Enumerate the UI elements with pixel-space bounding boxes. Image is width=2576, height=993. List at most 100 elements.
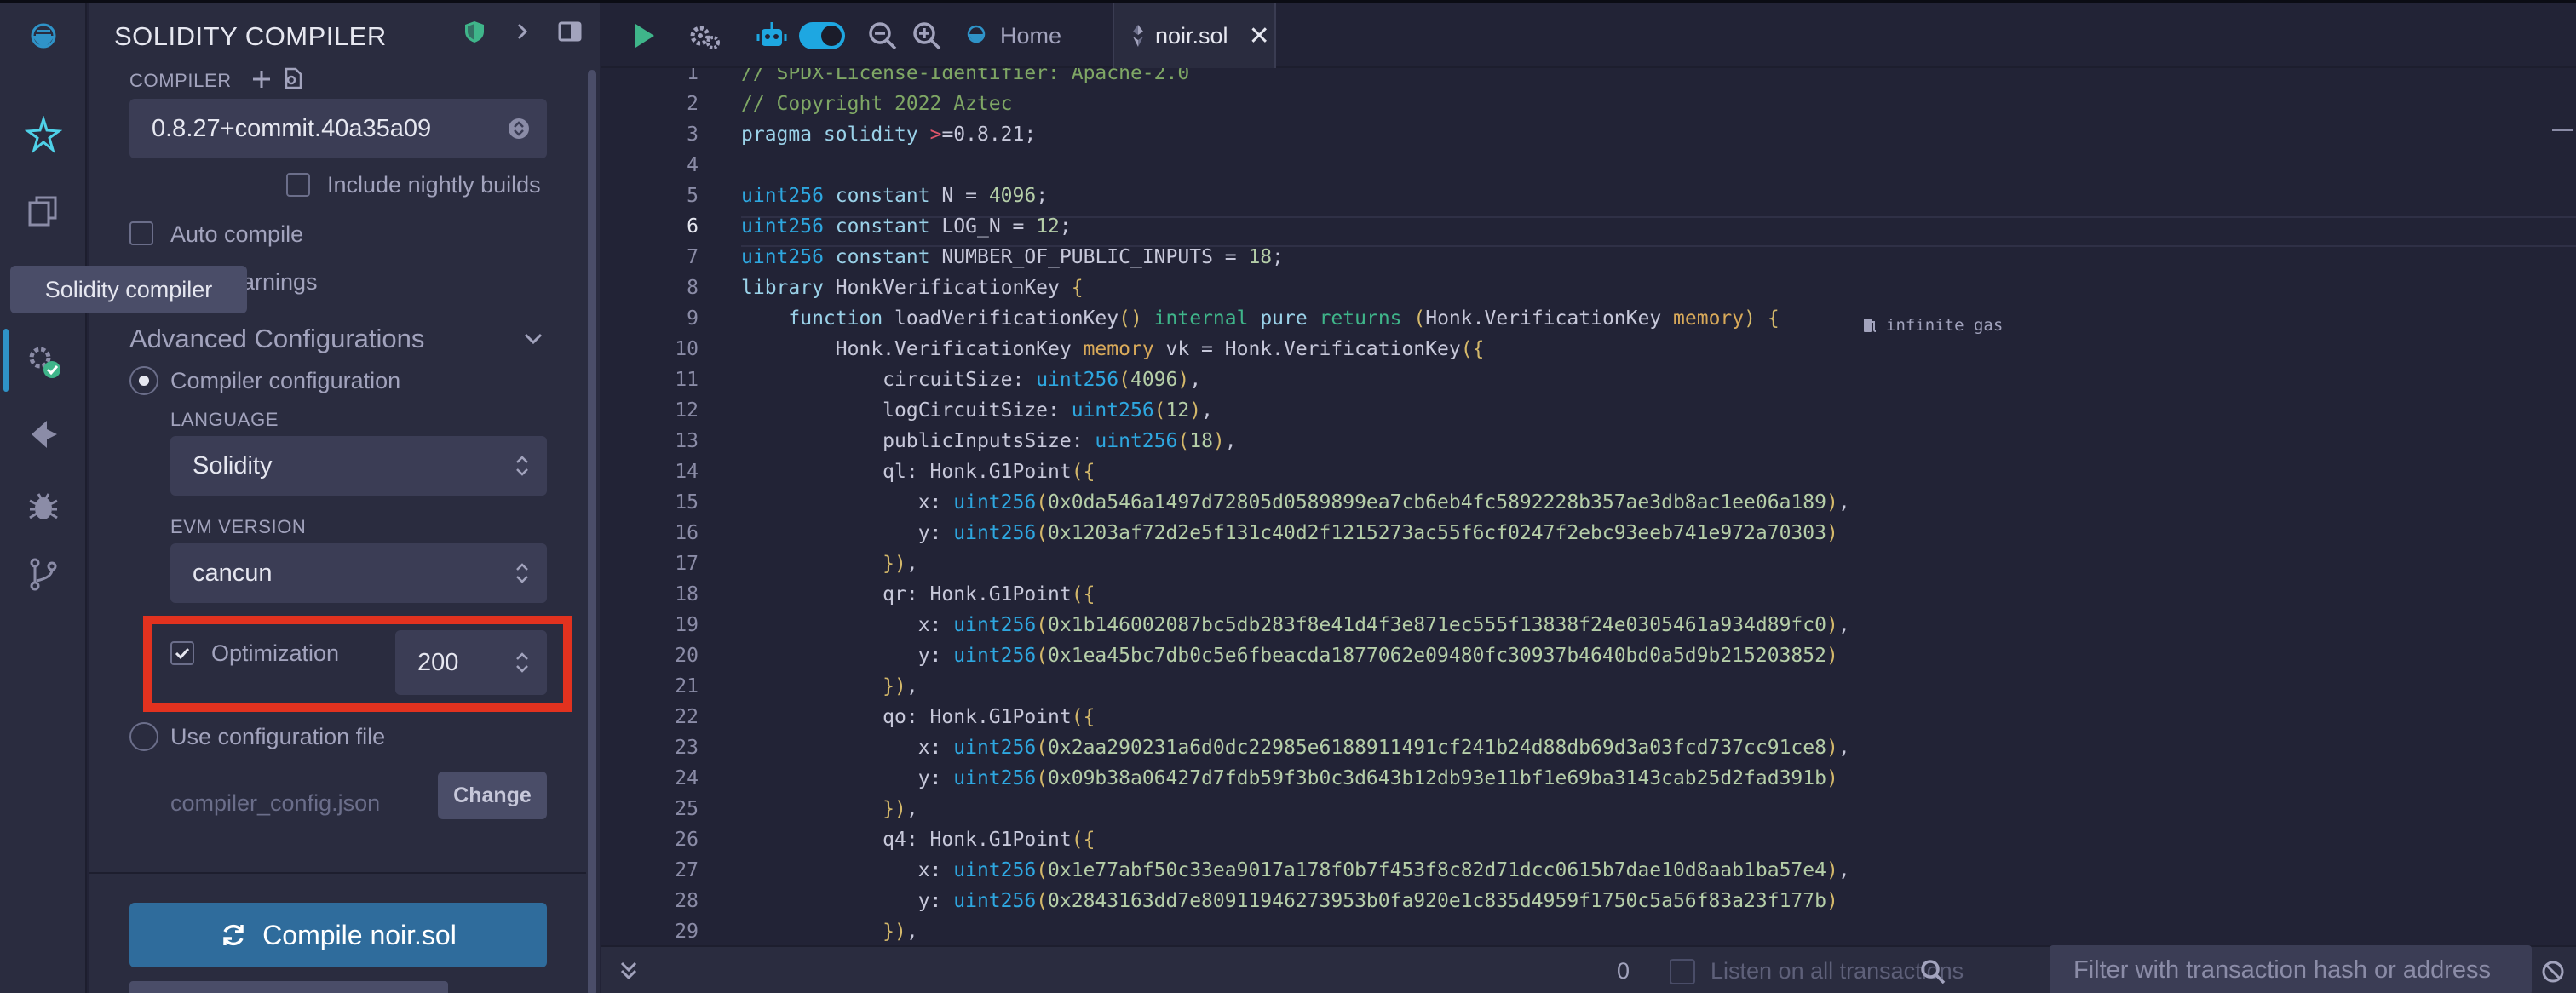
ai-robot-icon[interactable] [755,19,789,53]
tab-noir-sol-label: noir.sol [1155,22,1228,49]
line-number: 12 [675,399,699,422]
code-line-1: // SPDX-License-Identifier: Apache-2.0 [741,68,1190,84]
pending-tx-count: 0 [1617,958,1630,984]
refresh-icon [223,924,244,946]
solidity-compiler-icon[interactable] [0,329,87,393]
select-arrows-icon [509,118,529,139]
line-number: 10 [675,338,699,360]
line-number: 8 [687,277,699,299]
remix-logo-icon[interactable] [0,5,87,70]
code-line-19: x: uint256(0x1b146002087bc5db283f8e41d4f… [741,614,1850,636]
line-number: 3 [687,123,699,146]
solidity-compiler-icon-svg [29,347,60,378]
compiler-config-label: Compiler configuration [170,368,401,393]
load-compiler-file-icon[interactable] [281,66,305,90]
code-line-21: }), [883,675,918,697]
line-number: 15 [675,491,699,514]
hide-warnings-label: arnings [242,269,318,295]
ai-copilot-toggle[interactable] [799,22,845,49]
add-compiler-icon[interactable] [250,68,273,90]
verified-shield-icon[interactable] [462,19,487,44]
evm-version-select[interactable]: cancun [170,543,547,603]
solidity-file-icon [1133,25,1143,47]
line-number: 14 [675,461,699,483]
code-editor[interactable]: 1 2 3 4 5 6 7 8 9 10 11 12 13 14 15 16 17 18 19 20 21 22 23 24 2… [601,68,2576,945]
close-tab-icon[interactable]: ✕ [1249,21,1270,51]
fuel-pump-icon [1864,319,1877,332]
line-number: 22 [675,706,699,728]
transaction-filter-input[interactable]: Filter with transaction hash or address [2050,945,2532,993]
panel-title: SOLIDITY COMPILER [114,21,387,51]
listen-transactions-checkbox[interactable] [1670,959,1695,984]
code-line-3: pragma solidity >=0.8.21; [741,123,1037,146]
git-icon-svg [30,558,57,591]
code-line-18: qr: Honk.G1Point({ [741,583,1095,606]
line-number: 16 [675,522,699,544]
line-number: 23 [675,737,699,759]
git-icon[interactable] [0,542,87,606]
gas-estimate-label: infinite gas [1886,316,2004,335]
code-line-15: x: uint256(0x0da546a1497d72805d0589899ea… [741,491,1850,514]
panel-scrollbar[interactable] [588,70,596,993]
line-number: 18 [675,583,699,606]
code-line-8: library HonkVerificationKey { [741,277,1084,299]
line-number-gutter: 1 2 3 4 5 6 7 8 9 10 11 12 13 14 15 16 17 18 19 20 21 22 23 24 2… [601,68,741,945]
line-number: 11 [675,369,699,391]
settings-gear-icon[interactable] [687,19,721,53]
chevron-down-icon[interactable] [521,327,545,351]
line-number: 1 [687,68,699,84]
compile-button-label: Compile noir.sol [262,919,457,950]
expand-terminal-icon[interactable] [617,959,641,983]
code-line-23: x: uint256(0x2aa290231a6d0dc22985e618891… [741,737,1850,759]
toggle-panel-icon[interactable] [557,19,583,44]
line-number: 29 [675,921,699,943]
code-line-27: x: uint256(0x1e77abf50c33ea9017a178f0b7f… [741,859,1850,881]
plugin-tooltip: Solidity compiler [10,266,247,313]
overview-ruler-mark [2552,129,2573,131]
secondary-button[interactable] [129,981,448,993]
code-line-22: qo: Honk.G1Point({ [741,706,1095,728]
language-value: Solidity [193,451,273,479]
deploy-run-icon[interactable] [0,402,87,467]
run-script-icon[interactable] [627,19,661,53]
file-explorer-icon-svg [28,196,57,227]
zoom-out-icon[interactable] [865,19,900,53]
auto-compile-checkbox[interactable] [129,221,153,245]
optimization-highlight-box [143,616,572,712]
code-line-6: uint256 constant LOG_N = 12; [741,215,1072,238]
line-number: 26 [675,829,699,851]
search-icon[interactable] [1918,957,1947,986]
language-select[interactable]: Solidity [170,436,547,496]
code-line-20: y: uint256(0x1ea45bc7db0c5e6fbeacda18770… [741,645,1838,667]
compiler-config-radio[interactable] [129,366,158,395]
code-line-16: y: uint256(0x1203af72d2e5f131c40d2f12152… [741,522,1838,544]
ai-assistant-icon-svg [25,116,62,153]
line-number: 7 [687,246,699,268]
tab-home[interactable]: Home [963,3,1061,68]
compiler-version-value: 0.8.27+commit.40a35a09 [152,114,432,142]
use-config-file-radio[interactable] [129,722,158,751]
line-number: 28 [675,890,699,912]
ai-assistant-icon[interactable] [0,102,87,167]
editor-tab-bar: Home noir.sol ✕ [601,3,2576,68]
line-number: 21 [675,675,699,697]
code-line-24: y: uint256(0x09b38a06427d7fdb59f3b0c3d64… [741,767,1838,789]
nightly-builds-checkbox[interactable] [286,173,310,197]
file-explorer-icon[interactable] [0,179,87,244]
line-number: 17 [675,553,699,575]
debugger-icon[interactable] [0,474,87,538]
change-config-button[interactable]: Change [438,772,547,819]
chevron-right-icon[interactable] [509,19,535,44]
evm-version-label: EVM VERSION [170,516,307,537]
zoom-in-icon[interactable] [910,19,944,53]
compiler-version-select[interactable]: 0.8.27+commit.40a35a09 [129,99,547,158]
tab-noir-sol[interactable]: noir.sol ✕ [1113,3,1276,68]
clear-console-icon[interactable] [2540,959,2566,984]
code-line-25: }), [883,798,918,820]
code-line-2: // Copyright 2022 Aztec [741,93,1013,115]
nightly-builds-label: Include nightly builds [327,172,541,198]
compile-button[interactable]: Compile noir.sol [129,903,547,967]
config-file-path: compiler_config.json [170,790,381,816]
advanced-config-title[interactable]: Advanced Configurations [129,324,424,354]
